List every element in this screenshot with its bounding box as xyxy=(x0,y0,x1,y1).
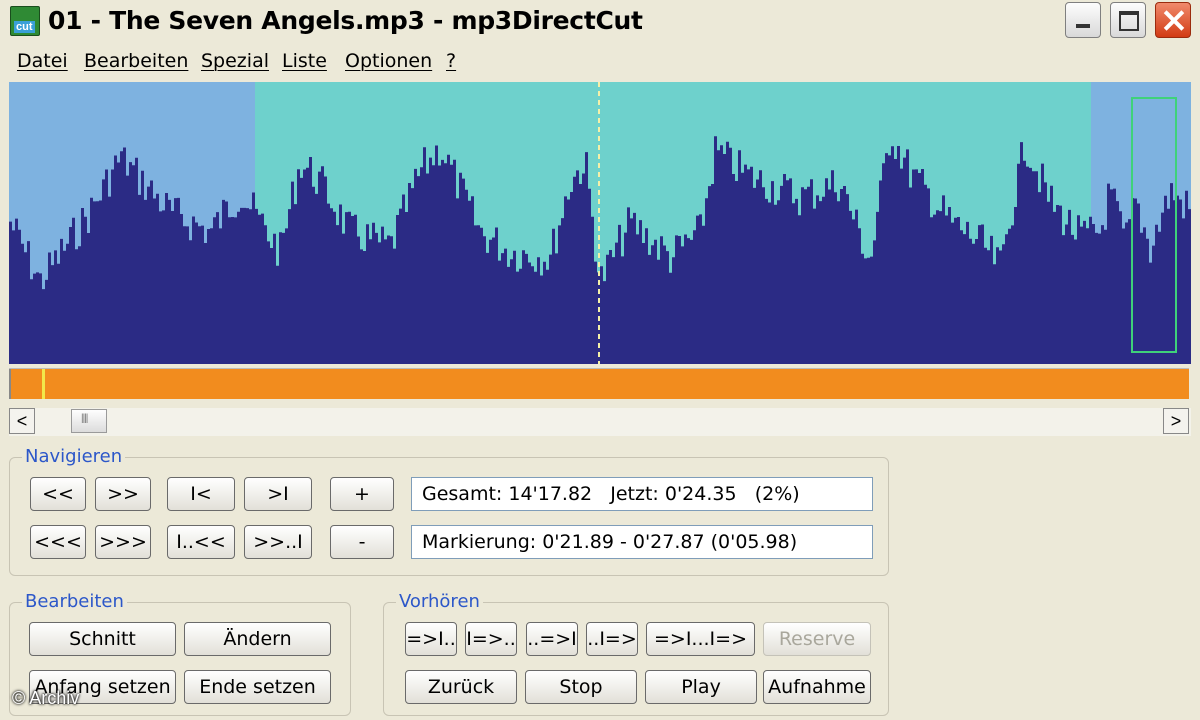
menu-optionen[interactable]: Optionen xyxy=(345,50,432,72)
record-button[interactable]: Aufnahme xyxy=(763,670,871,704)
preview-to-start-button[interactable]: =>I.. xyxy=(405,622,457,656)
scroll-right-button[interactable]: > xyxy=(1163,408,1189,434)
app-icon: cut xyxy=(10,6,40,36)
position-display: Gesamt: 14'17.82 Jetzt: 0'24.35 (2%) xyxy=(411,477,873,511)
rewind-button[interactable]: << xyxy=(30,477,86,511)
go-end-button[interactable]: >I xyxy=(244,477,312,511)
timeline-bar[interactable] xyxy=(9,368,1189,399)
title-bar: cut 01 - The Seven Angels.mp3 - mp3Direc… xyxy=(0,0,1200,42)
play-button[interactable]: Play xyxy=(645,670,757,704)
fast-forward-button[interactable]: >>> xyxy=(95,525,151,559)
selection-start-button[interactable]: I..<< xyxy=(167,525,235,559)
timeline-position-marker[interactable] xyxy=(42,369,45,399)
horizontal-scrollbar[interactable]: < > xyxy=(9,408,1191,436)
scroll-thumb[interactable] xyxy=(71,409,107,433)
menu-spezial[interactable]: Spezial xyxy=(201,50,269,72)
app-icon-label: cut xyxy=(14,21,35,33)
navigieren-label: Navigieren xyxy=(22,446,126,467)
window-title: 01 - The Seven Angels.mp3 - mp3DirectCut xyxy=(48,6,643,35)
vorhoeren-label: Vorhören xyxy=(396,591,483,612)
selection-display: Markierung: 0'21.89 - 0'27.87 (0'05.98) xyxy=(411,525,873,559)
menu-datei[interactable]: Datei xyxy=(17,50,68,72)
waveform-view[interactable] xyxy=(9,82,1191,364)
preview-to-end-button[interactable]: ..=>I xyxy=(526,622,578,656)
zoom-in-button[interactable]: + xyxy=(330,477,394,511)
change-button[interactable]: Ändern xyxy=(184,622,331,656)
preview-from-start-button[interactable]: I=>.. xyxy=(465,622,517,656)
menu-liste[interactable]: Liste xyxy=(282,50,327,72)
scroll-left-button[interactable]: < xyxy=(9,408,35,434)
minimize-button[interactable] xyxy=(1065,2,1101,38)
forward-button[interactable]: >> xyxy=(95,477,151,511)
reserve-button[interactable]: Reserve xyxy=(763,622,871,656)
go-start-button[interactable]: I< xyxy=(167,477,235,511)
copyright-watermark: © Archiv xyxy=(12,688,80,708)
fast-rewind-button[interactable]: <<< xyxy=(30,525,86,559)
maximize-button[interactable] xyxy=(1110,2,1146,38)
preview-from-end-button[interactable]: ..I=> xyxy=(586,622,638,656)
preview-selection-button[interactable]: =>I...I=> xyxy=(646,622,755,656)
bearbeiten-label: Bearbeiten xyxy=(22,591,127,612)
back-button[interactable]: Zurück xyxy=(405,670,517,704)
menu-help[interactable]: ? xyxy=(446,50,456,72)
close-button[interactable] xyxy=(1155,2,1191,38)
timeline-start-marker xyxy=(9,369,11,399)
menu-bar: Datei Bearbeiten Spezial Liste Optionen … xyxy=(0,44,1200,78)
menu-bearbeiten[interactable]: Bearbeiten xyxy=(84,50,188,72)
cut-button[interactable]: Schnitt xyxy=(29,622,176,656)
stop-button[interactable]: Stop xyxy=(525,670,637,704)
zoom-out-button[interactable]: - xyxy=(330,525,394,559)
set-end-button[interactable]: Ende setzen xyxy=(184,670,331,704)
selection-end-button[interactable]: >>..I xyxy=(244,525,312,559)
